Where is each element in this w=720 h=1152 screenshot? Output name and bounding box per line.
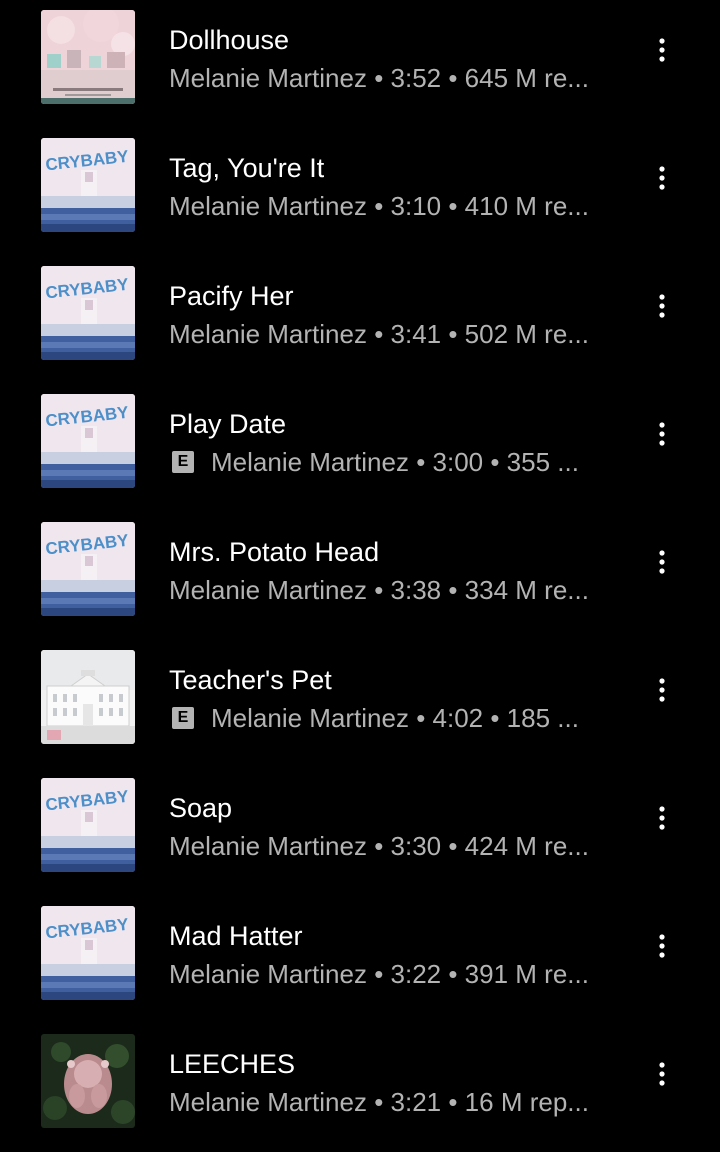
crybaby-album-art: CRYBABY [41, 906, 135, 1000]
crybaby-album-art: CRYBABY [41, 522, 135, 616]
song-list: Dollhouse Melanie Martinez • 3:52 • 645 M… [0, 0, 720, 1128]
song-title: Dollhouse [169, 25, 290, 55]
more-options-icon[interactable] [644, 1056, 680, 1092]
song-meta: Melanie Martinez • 3:30 • 424 M re... [169, 830, 614, 862]
song-subtitle: Melanie Martinez • 4:02 • 185 ... [211, 703, 579, 733]
song-meta: E Melanie Martinez • 3:00 • 355 ... [169, 446, 614, 478]
song-subtitle: Melanie Martinez • 3:10 • 410 M re... [169, 191, 589, 221]
song-subtitle: Melanie Martinez • 3:22 • 391 M re... [169, 959, 589, 989]
song-row[interactable]: CRYBABY Play Date E Melanie Martinez • 3:0… [0, 384, 720, 512]
more-options-icon[interactable] [644, 672, 680, 708]
song-row[interactable]: LEECHES Melanie Martinez • 3:21 • 16 M re… [0, 1024, 720, 1152]
more-options-icon[interactable] [644, 928, 680, 964]
song-subtitle: Melanie Martinez • 3:41 • 502 M re... [169, 319, 589, 349]
song-title: Mrs. Potato Head [169, 537, 380, 567]
song-row[interactable]: CRYBABY Mrs. Potato Head Melanie Martinez… [0, 512, 720, 640]
song-meta: Melanie Martinez • 3:38 • 334 M re... [169, 574, 614, 606]
explicit-badge: E [172, 707, 194, 729]
more-options-icon[interactable] [644, 288, 680, 324]
song-title: Play Date [169, 409, 287, 439]
song-title: Teacher's Pet [169, 665, 332, 695]
k12-album-art [41, 650, 135, 744]
song-meta: Melanie Martinez • 3:52 • 645 M re... [169, 62, 614, 94]
song-subtitle: Melanie Martinez • 3:30 • 424 M re... [169, 831, 589, 861]
more-options-icon[interactable] [644, 160, 680, 196]
song-title: Soap [169, 793, 233, 823]
song-row[interactable]: Teacher's Pet E Melanie Martinez • 4:02 • … [0, 640, 720, 768]
song-subtitle: Melanie Martinez • 3:21 • 16 M rep... [169, 1087, 589, 1117]
song-meta: E Melanie Martinez • 4:02 • 185 ... [169, 702, 614, 734]
song-subtitle: Melanie Martinez • 3:52 • 645 M re... [169, 63, 589, 93]
song-row[interactable]: Dollhouse Melanie Martinez • 3:52 • 645 M… [0, 0, 720, 128]
crybaby-album-art: CRYBABY [41, 778, 135, 872]
song-meta: Melanie Martinez • 3:21 • 16 M rep... [169, 1086, 614, 1118]
song-meta: Melanie Martinez • 3:10 • 410 M re... [169, 190, 614, 222]
portals-album-art [41, 1034, 135, 1128]
song-row[interactable]: CRYBABY Tag, You're It Melanie Martinez •… [0, 128, 720, 256]
song-meta: Melanie Martinez • 3:41 • 502 M re... [169, 318, 614, 350]
more-options-icon[interactable] [644, 544, 680, 580]
song-title: LEECHES [169, 1049, 296, 1079]
crybaby-album-art: CRYBABY [41, 266, 135, 360]
song-row[interactable]: CRYBABY Mad Hatter Melanie Martinez • 3:2… [0, 896, 720, 1024]
more-options-icon[interactable] [644, 800, 680, 836]
more-options-icon[interactable] [644, 416, 680, 452]
song-title: Mad Hatter [169, 921, 303, 951]
more-options-icon[interactable] [644, 32, 680, 68]
dollhouse-album-art [41, 10, 135, 104]
crybaby-album-art: CRYBABY [41, 138, 135, 232]
song-title: Tag, You're It [169, 153, 325, 183]
explicit-badge: E [172, 451, 194, 473]
song-row[interactable]: CRYBABY Soap Melanie Martinez • 3:30 • 42… [0, 768, 720, 896]
song-subtitle: Melanie Martinez • 3:00 • 355 ... [211, 447, 579, 477]
crybaby-album-art: CRYBABY [41, 394, 135, 488]
song-row[interactable]: CRYBABY Pacify Her Melanie Martinez • 3:4… [0, 256, 720, 384]
song-meta: Melanie Martinez • 3:22 • 391 M re... [169, 958, 614, 990]
song-subtitle: Melanie Martinez • 3:38 • 334 M re... [169, 575, 589, 605]
song-title: Pacify Her [169, 281, 294, 311]
